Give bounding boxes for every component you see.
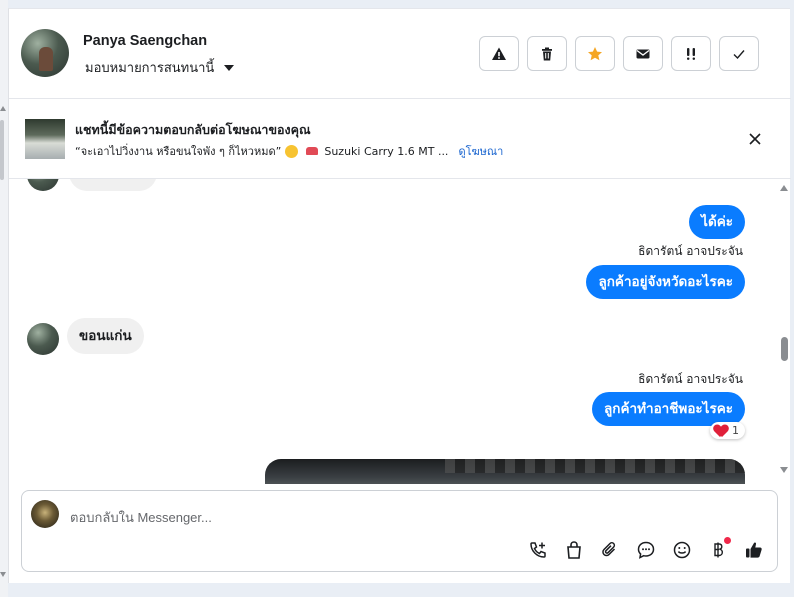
view-ad-link[interactable]: ดูโฆษณา xyxy=(458,142,503,160)
thumbs-up-icon xyxy=(746,542,762,558)
assign-label: มอบหมายการสนทนานี้ xyxy=(85,61,215,76)
ad-banner-subtitle: “จะเอาไปวิ่งงาน หรือขนใจพัง ๆ ก็ไหวหมด” … xyxy=(75,142,503,160)
ad-reply-banner: แชทนี้มีข้อความตอบกลับต่อโฆษณาของคุณ “จะ… xyxy=(9,99,791,179)
composer-toolbar xyxy=(527,537,765,561)
ad-product: Suzuki Carry 1.6 MT ... xyxy=(324,144,449,158)
header-actions xyxy=(479,36,759,71)
smiley-icon xyxy=(673,541,691,559)
ad-thumbnail[interactable] xyxy=(25,119,65,159)
star-button[interactable] xyxy=(575,36,615,71)
message-sender-label: ธิดารัตน์ อาจประจัน xyxy=(638,372,743,386)
notification-dot xyxy=(724,537,731,544)
contact-avatar-small xyxy=(27,179,59,191)
mark-done-button[interactable] xyxy=(719,36,759,71)
reaction-count: 1 xyxy=(732,424,739,437)
paperclip-icon xyxy=(602,542,616,557)
scroll-up-icon[interactable] xyxy=(780,185,788,191)
message-bubble-outgoing[interactable]: ลูกค้าทำอาชีพอะไรคะ xyxy=(592,392,745,426)
chat-bubble-icon xyxy=(637,541,655,559)
contact-avatar-small[interactable] xyxy=(27,323,59,355)
report-spam-button[interactable] xyxy=(479,36,519,71)
message-list-scrollbar[interactable] xyxy=(777,179,791,484)
scroll-down-icon[interactable] xyxy=(780,467,788,473)
follow-up-button[interactable] xyxy=(671,36,711,71)
left-scroll-thumb[interactable] xyxy=(0,120,4,180)
star-icon xyxy=(588,46,602,60)
message-bubble-outgoing[interactable]: ลูกค้าอยู่จังหวัดอะไรคะ xyxy=(586,265,745,299)
delete-button[interactable] xyxy=(527,36,567,71)
assign-conversation-dropdown[interactable]: มอบหมายการสนทนานี้ xyxy=(85,57,235,78)
caret-down-icon xyxy=(224,64,235,71)
message-bubble-partial xyxy=(69,179,157,191)
left-scroll-up-icon[interactable] xyxy=(0,106,6,111)
sunglasses-emoji-icon xyxy=(285,144,299,158)
like-button[interactable] xyxy=(743,539,765,561)
mark-unread-button[interactable] xyxy=(623,36,663,71)
warning-icon xyxy=(492,47,506,60)
call-add-icon xyxy=(530,542,546,558)
conversation-panel: Panya Saengchan มอบหมายการสนทนานี้ แชทนี… xyxy=(8,8,791,583)
message-list: ได้ค่ะ ธิดารัตน์ อาจประจัน ลูกค้าอยู่จัง… xyxy=(9,179,791,484)
composer-input[interactable]: ตอบกลับใน Messenger... xyxy=(70,507,212,528)
ad-quote: “จะเอาไปวิ่งงาน หรือขนใจพัง ๆ ก็ไหวหมด” xyxy=(75,145,282,158)
attach-button[interactable] xyxy=(599,539,621,561)
call-button[interactable] xyxy=(527,539,549,561)
saved-replies-button[interactable] xyxy=(635,539,657,561)
heart-icon xyxy=(714,425,728,437)
priority-icon xyxy=(687,47,695,60)
shop-button[interactable] xyxy=(563,539,585,561)
message-bubble-incoming[interactable]: ขอนแก่น xyxy=(67,318,144,354)
conversation-header: Panya Saengchan มอบหมายการสนทนานี้ xyxy=(9,9,791,99)
contact-avatar[interactable] xyxy=(21,29,69,77)
message-bubble-outgoing[interactable]: ได้ค่ะ xyxy=(689,205,745,239)
ad-banner-title: แชทนี้มีข้อความตอบกลับต่อโฆษณาของคุณ xyxy=(75,122,311,137)
shopping-bag-icon xyxy=(567,541,581,559)
left-edge-scroll-strip xyxy=(0,0,8,597)
left-scroll-down-icon[interactable] xyxy=(0,572,6,577)
page-avatar xyxy=(31,500,59,528)
emoji-button[interactable] xyxy=(671,539,693,561)
contact-name[interactable]: Panya Saengchan xyxy=(83,33,207,49)
message-sender-label: ธิดารัตน์ อาจประจัน xyxy=(638,244,743,258)
trash-icon xyxy=(542,47,552,60)
envelope-icon xyxy=(636,49,650,58)
car-emoji-icon xyxy=(306,147,319,155)
payment-button[interactable] xyxy=(707,537,731,561)
message-reaction[interactable]: 1 xyxy=(710,422,745,439)
message-composer: ตอบกลับใน Messenger... xyxy=(21,490,778,572)
check-icon xyxy=(733,49,745,59)
scroll-thumb[interactable] xyxy=(781,337,788,361)
close-icon[interactable] xyxy=(747,131,763,147)
image-attachment[interactable] xyxy=(265,459,745,484)
